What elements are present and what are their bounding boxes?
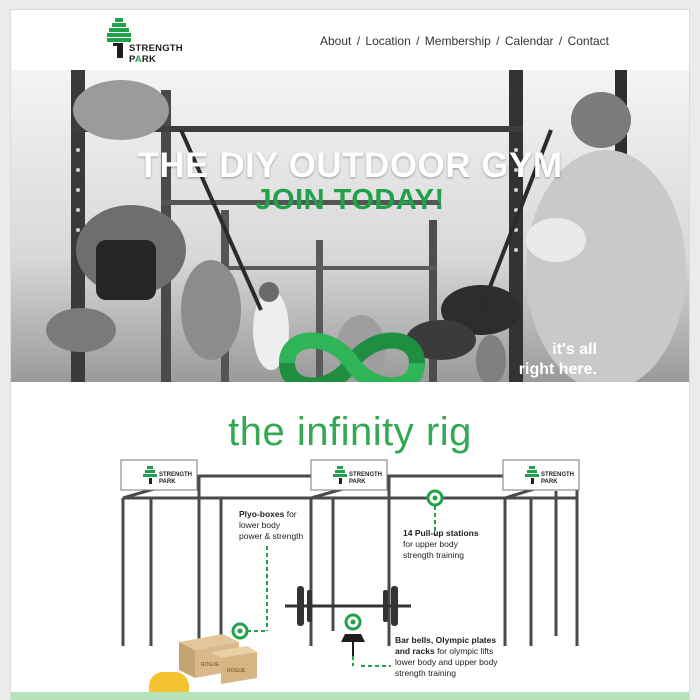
hero-banner[interactable]: THE DIY OUTDOOR GYM JOIN TODAY! it's all…	[11, 70, 689, 382]
nav-separator: /	[558, 34, 563, 48]
tree-logo-icon	[107, 18, 131, 58]
nav-separator: /	[496, 34, 500, 48]
site-header: STRENGTH PARK About / Location / Members…	[11, 10, 689, 70]
pullup-callout: 14 Pull-up stations for upper body stren…	[403, 528, 479, 560]
svg-text:STRENGTH: STRENGTH	[541, 472, 574, 478]
plyo-box-callout: Plyo-boxes for lower body power & streng…	[239, 509, 304, 541]
svg-text:PARK: PARK	[159, 479, 176, 485]
page-frame: STRENGTH PARK About / Location / Members…	[11, 10, 689, 700]
svg-text:STRENGTH: STRENGTH	[159, 472, 192, 478]
join-today-link[interactable]: JOIN TODAY!	[11, 184, 689, 217]
rig-sign: STRENGTH PARK	[502, 459, 580, 491]
nav-location[interactable]: Location	[365, 34, 410, 48]
nav-calendar[interactable]: Calendar	[505, 34, 554, 48]
rig-section-title: the infinity rig	[228, 410, 472, 454]
svg-text:ROGUE: ROGUE	[201, 662, 220, 668]
nav-separator: /	[356, 34, 361, 48]
infinity-icon	[279, 332, 425, 382]
logo-text-strength: STRENGTH	[129, 43, 183, 54]
svg-text:STRENGTH: STRENGTH	[349, 472, 382, 478]
barbell-callout: Bar bells, Olympic plates and racks for …	[395, 635, 498, 678]
svg-text:PARK: PARK	[541, 479, 558, 485]
rig-sign: STRENGTH PARK	[310, 459, 388, 491]
logo-text-park: PARK	[129, 54, 157, 65]
hero-tagline: it's all right here.	[518, 341, 597, 378]
nav-membership[interactable]: Membership	[425, 34, 491, 48]
next-section-band	[11, 692, 689, 700]
svg-text:PARK: PARK	[349, 479, 366, 485]
main-nav: About / Location / Membership / Calendar…	[320, 34, 609, 48]
nav-contact[interactable]: Contact	[568, 34, 609, 48]
nav-separator: /	[416, 34, 420, 48]
plyo-box-icon: ROGUE ROGUE	[179, 634, 257, 684]
hero-title: THE DIY OUTDOOR GYM	[137, 146, 563, 185]
nav-about[interactable]: About	[320, 34, 351, 48]
svg-text:ROGUE: ROGUE	[227, 668, 246, 674]
site-logo[interactable]: STRENGTH PARK	[107, 16, 197, 66]
rig-sign: STRENGTH PARK	[120, 459, 198, 491]
